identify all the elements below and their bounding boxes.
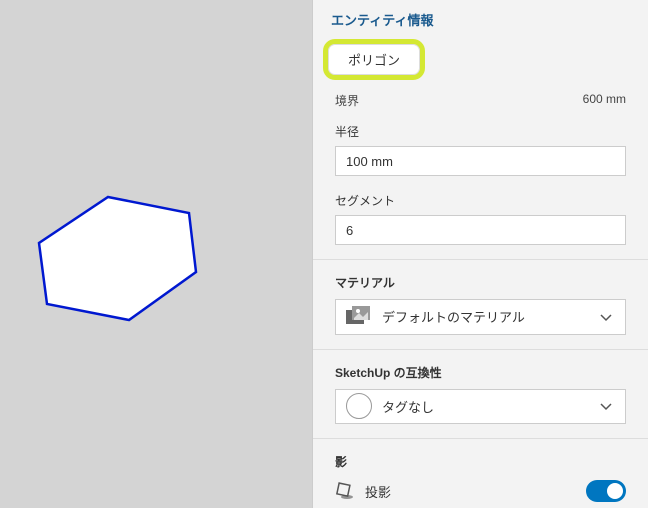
chevron-down-icon xyxy=(599,310,613,324)
compat-section-label: SketchUp の互換性 xyxy=(313,356,648,385)
material-section-label: マテリアル xyxy=(313,266,648,295)
segments-label: セグメント xyxy=(313,184,648,213)
divider xyxy=(313,259,648,260)
boundary-row: 境界 600 mm xyxy=(313,86,648,115)
cast-shadow-icon xyxy=(335,481,355,501)
divider xyxy=(313,438,648,439)
tag-color-swatch xyxy=(346,393,372,419)
shadow-section-label: 影 xyxy=(313,445,648,474)
material-icon xyxy=(346,306,372,328)
radius-input[interactable] xyxy=(335,146,626,176)
entity-info-panel: エンティティ情報 ポリゴン 境界 600 mm 半径 セグメント マテリアル デ… xyxy=(312,0,648,508)
panel-title: エンティティ情報 xyxy=(313,0,648,35)
modeling-viewport[interactable] xyxy=(0,0,312,508)
tag-selected-label: タグなし xyxy=(382,397,589,416)
boundary-label: 境界 xyxy=(335,92,359,109)
divider xyxy=(313,349,648,350)
segments-input[interactable] xyxy=(335,215,626,245)
chevron-down-icon xyxy=(599,399,613,413)
material-selected-label: デフォルトのマテリアル xyxy=(382,307,589,326)
tag-selector[interactable]: タグなし xyxy=(335,389,626,425)
boundary-value: 600 mm xyxy=(583,92,626,109)
entity-type-badge: ポリゴン xyxy=(323,39,425,80)
cast-shadow-label: 投影 xyxy=(365,482,576,501)
cast-shadow-toggle[interactable] xyxy=(586,480,626,502)
selected-polygon[interactable] xyxy=(39,197,196,320)
radius-label: 半径 xyxy=(313,115,648,144)
material-selector[interactable]: デフォルトのマテリアル xyxy=(335,299,626,335)
